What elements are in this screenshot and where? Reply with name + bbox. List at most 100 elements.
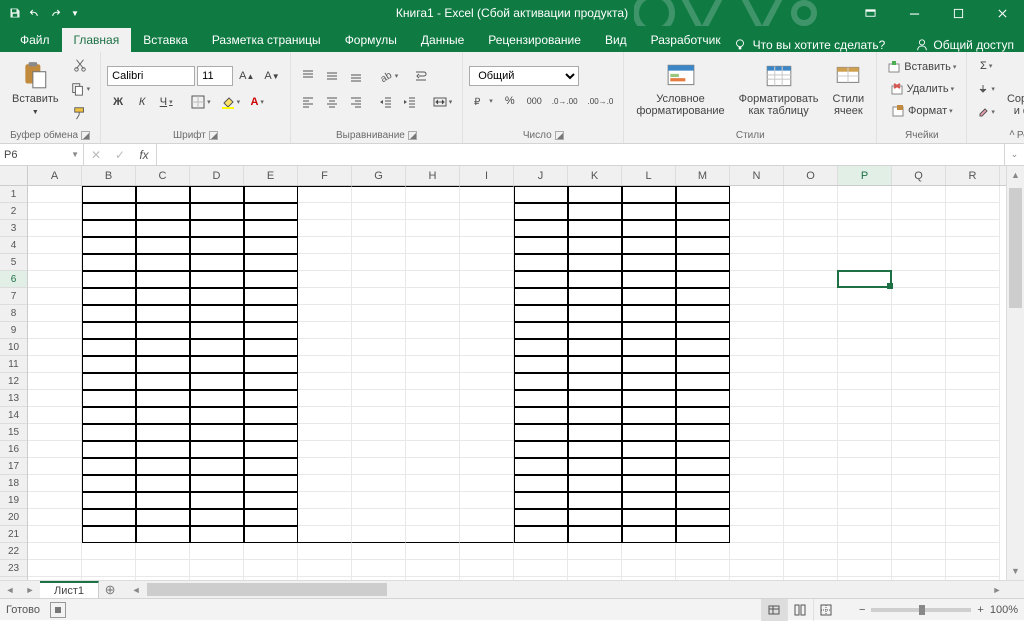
cell[interactable] [568, 441, 622, 458]
cell[interactable] [622, 271, 676, 288]
col-header[interactable]: R [946, 166, 1000, 185]
cell[interactable] [784, 560, 838, 577]
cell[interactable] [244, 492, 298, 509]
cell[interactable] [622, 509, 676, 526]
cell[interactable] [190, 526, 244, 543]
cell[interactable] [28, 458, 82, 475]
cell[interactable] [82, 424, 136, 441]
cell[interactable] [838, 288, 892, 305]
col-header[interactable]: F [298, 166, 352, 185]
cell[interactable] [946, 458, 1000, 475]
cell[interactable] [244, 424, 298, 441]
align-middle-button[interactable] [321, 65, 343, 87]
cell[interactable] [892, 203, 946, 220]
cell[interactable] [784, 203, 838, 220]
cell[interactable] [946, 271, 1000, 288]
merge-button[interactable]: ▾ [429, 91, 457, 113]
cell[interactable] [136, 322, 190, 339]
cell[interactable] [460, 424, 514, 441]
cell[interactable] [82, 509, 136, 526]
cell[interactable] [28, 237, 82, 254]
col-header[interactable]: L [622, 166, 676, 185]
cell[interactable] [730, 509, 784, 526]
cell[interactable] [568, 220, 622, 237]
row-header[interactable]: 19 [0, 492, 27, 509]
cell[interactable] [136, 475, 190, 492]
autosum-button[interactable]: Σ▾ [973, 55, 999, 77]
cell[interactable] [244, 237, 298, 254]
cell[interactable] [82, 492, 136, 509]
name-box[interactable]: P6▼ [0, 144, 84, 165]
next-sheet-icon[interactable]: ► [20, 581, 40, 598]
cell[interactable] [892, 271, 946, 288]
cell[interactable] [784, 305, 838, 322]
cell[interactable] [352, 305, 406, 322]
cell[interactable] [406, 322, 460, 339]
cell[interactable] [514, 475, 568, 492]
cell[interactable] [352, 373, 406, 390]
cell[interactable] [82, 356, 136, 373]
cell[interactable] [352, 492, 406, 509]
increase-indent-button[interactable] [399, 91, 421, 113]
cell[interactable] [244, 203, 298, 220]
cell[interactable] [28, 288, 82, 305]
cell[interactable] [298, 475, 352, 492]
cell[interactable] [622, 288, 676, 305]
decrease-font-button[interactable]: A▼ [260, 65, 283, 87]
cell[interactable] [28, 186, 82, 203]
cell[interactable] [82, 220, 136, 237]
row-header[interactable]: 20 [0, 509, 27, 526]
row-header[interactable]: 15 [0, 424, 27, 441]
cell[interactable] [136, 220, 190, 237]
cell[interactable] [244, 339, 298, 356]
cell[interactable] [298, 203, 352, 220]
scroll-left-icon[interactable]: ◄ [127, 581, 145, 598]
cell[interactable] [676, 288, 730, 305]
cell[interactable] [946, 356, 1000, 373]
cell[interactable] [568, 407, 622, 424]
cell[interactable] [406, 373, 460, 390]
cell[interactable] [298, 390, 352, 407]
cell[interactable] [460, 356, 514, 373]
underline-button[interactable]: Ч▾ [155, 91, 177, 113]
cell[interactable] [892, 390, 946, 407]
page-layout-view-icon[interactable] [787, 599, 813, 621]
cell[interactable] [514, 356, 568, 373]
collapse-ribbon-icon[interactable]: ˄ [1004, 125, 1020, 141]
cell[interactable] [676, 254, 730, 271]
cell[interactable] [892, 220, 946, 237]
cell[interactable] [838, 407, 892, 424]
cell[interactable] [676, 356, 730, 373]
cell[interactable] [136, 203, 190, 220]
cell[interactable] [28, 526, 82, 543]
format-as-table-button[interactable]: Форматировать как таблицу [733, 56, 825, 122]
comma-format-button[interactable]: 000 [523, 90, 546, 112]
cell[interactable] [622, 305, 676, 322]
cell[interactable] [568, 526, 622, 543]
cell[interactable] [730, 475, 784, 492]
col-header[interactable]: I [460, 166, 514, 185]
hscroll-thumb[interactable] [147, 583, 387, 596]
cell[interactable] [676, 373, 730, 390]
cell[interactable] [82, 186, 136, 203]
maximize-icon[interactable] [936, 0, 980, 26]
cell[interactable] [730, 254, 784, 271]
cell[interactable] [82, 288, 136, 305]
cell[interactable] [244, 356, 298, 373]
cell[interactable] [244, 373, 298, 390]
cell[interactable] [298, 407, 352, 424]
cell[interactable] [784, 492, 838, 509]
cell[interactable] [352, 237, 406, 254]
cell[interactable] [244, 220, 298, 237]
cell[interactable] [352, 407, 406, 424]
cell[interactable] [190, 475, 244, 492]
cell[interactable] [514, 543, 568, 560]
conditional-formatting-button[interactable]: Условное форматирование [630, 56, 730, 122]
cell[interactable] [298, 305, 352, 322]
cell[interactable] [892, 339, 946, 356]
cell[interactable] [28, 322, 82, 339]
cell[interactable] [622, 492, 676, 509]
cell[interactable] [784, 220, 838, 237]
cell[interactable] [514, 441, 568, 458]
cell[interactable] [784, 475, 838, 492]
